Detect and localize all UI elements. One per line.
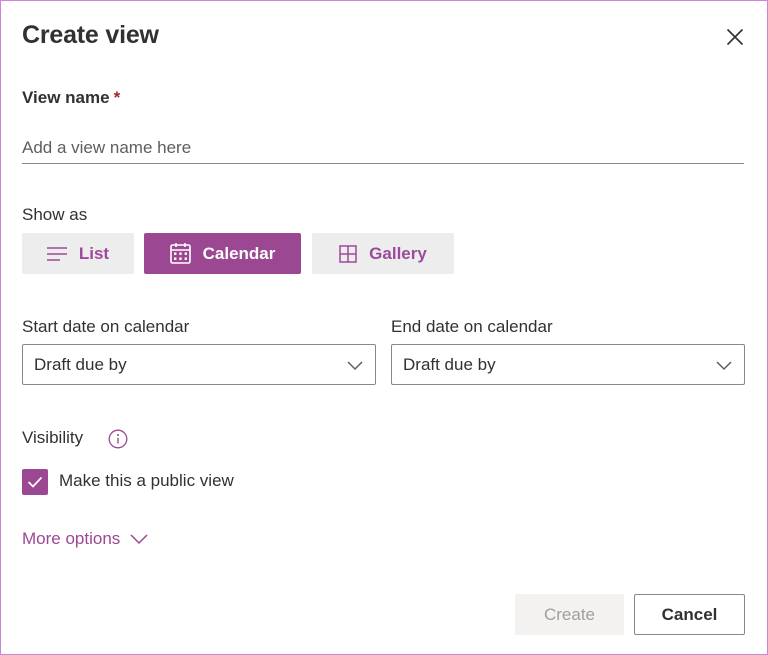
end-date-label: End date on calendar <box>391 317 553 336</box>
visibility-label: Visibility <box>22 428 84 447</box>
view-type-gallery-button[interactable]: Gallery <box>312 233 454 274</box>
more-options-label: More options <box>22 529 121 548</box>
info-icon[interactable] <box>108 429 128 449</box>
create-button[interactable]: Create <box>515 594 624 635</box>
view-name-input[interactable] <box>22 133 744 164</box>
more-options-toggle[interactable]: More options <box>22 529 148 549</box>
create-view-dialog: Create view View name* Show as List <box>0 0 768 655</box>
view-name-label-text: View name <box>22 88 110 107</box>
show-as-label: Show as <box>22 205 88 224</box>
close-button[interactable] <box>721 23 749 51</box>
start-date-value: Draft due by <box>34 354 127 374</box>
view-type-gallery-label: Gallery <box>369 243 427 263</box>
checkmark-icon <box>27 476 43 488</box>
chevron-down-icon <box>716 357 732 373</box>
view-type-list-button[interactable]: List <box>22 233 134 274</box>
start-date-label: Start date on calendar <box>22 317 190 336</box>
chevron-down-icon <box>130 533 148 545</box>
calendar-icon <box>169 243 191 264</box>
chevron-down-icon <box>347 357 363 373</box>
public-view-checkbox[interactable] <box>22 469 48 495</box>
end-date-value: Draft due by <box>403 354 496 374</box>
start-date-dropdown[interactable]: Draft due by <box>22 344 376 385</box>
view-name-label: View name * <box>22 88 120 108</box>
view-type-calendar-label: Calendar <box>202 243 276 263</box>
view-type-calendar-button[interactable]: Calendar <box>144 233 301 274</box>
list-icon <box>46 246 67 261</box>
cancel-button[interactable]: Cancel <box>634 594 745 635</box>
view-type-list-label: List <box>78 243 110 263</box>
end-date-dropdown[interactable]: Draft due by <box>391 344 745 385</box>
public-view-label[interactable]: Make this a public view <box>59 471 234 491</box>
required-marker: * <box>113 88 121 107</box>
dialog-title: Create view <box>22 21 159 49</box>
gallery-icon <box>339 244 357 263</box>
close-icon <box>726 28 744 46</box>
